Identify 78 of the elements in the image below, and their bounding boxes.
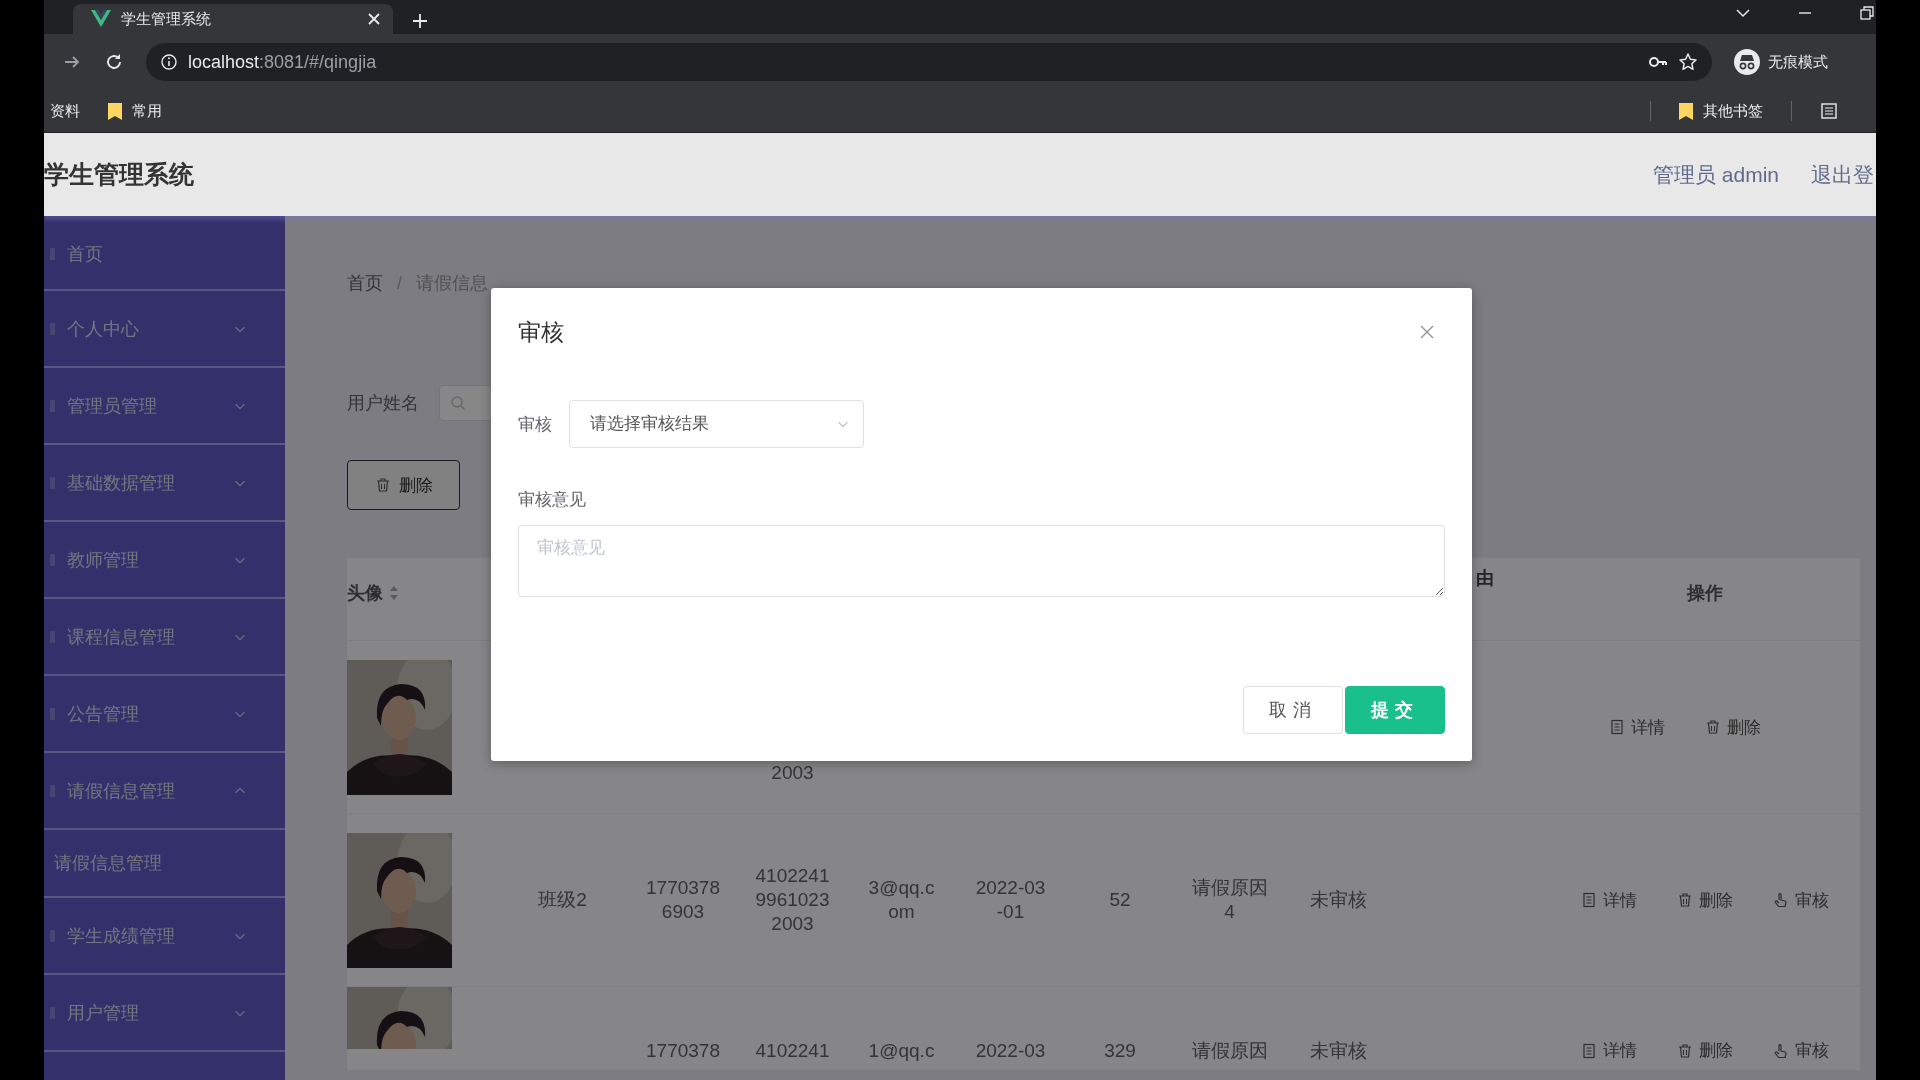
comment-field[interactable]: 审核意见 xyxy=(518,525,1445,597)
table-cell-text: 329 xyxy=(1104,1039,1136,1063)
trash-icon xyxy=(1705,719,1721,735)
hand-icon xyxy=(1773,892,1789,908)
search-icon xyxy=(450,395,466,411)
submit-button[interactable]: 提交 xyxy=(1345,686,1445,734)
address-bar[interactable]: localhost:8081/#/qingjia xyxy=(146,43,1712,81)
user-label: 管理员 admin xyxy=(1652,161,1779,188)
bookmark[interactable]: 常用 xyxy=(108,101,162,121)
table-cell-text: 1@qq.c xyxy=(867,1039,936,1063)
reload-button[interactable] xyxy=(104,52,124,72)
table-cell: 2022-03-01 xyxy=(974,876,1047,924)
table-cell: 未审核 xyxy=(1309,888,1367,912)
table-cell-text: 2003 xyxy=(770,761,815,785)
table-cell-text: 请假原因4 xyxy=(1190,876,1269,924)
close-icon xyxy=(367,12,381,26)
delete-button[interactable]: 删除 xyxy=(347,460,460,510)
field-label: 审核 xyxy=(518,413,552,436)
star-icon[interactable] xyxy=(1678,52,1698,72)
column-header: 头像 xyxy=(347,581,383,605)
table-cell-text: 未审核 xyxy=(1309,1039,1367,1063)
cancel-button[interactable]: 取消 xyxy=(1243,686,1343,734)
table-cell-text: 1770378 xyxy=(645,1039,721,1063)
reading-list-button[interactable] xyxy=(1820,102,1838,120)
tab-title: 学生管理系统 xyxy=(121,9,212,29)
trash-icon xyxy=(1677,1042,1693,1059)
restore-button[interactable] xyxy=(1858,4,1876,22)
details-button[interactable]: 详情 xyxy=(1609,715,1665,739)
close-icon xyxy=(1419,324,1435,340)
column-header: 操作 xyxy=(1687,581,1723,605)
app-title: 学生管理系统 xyxy=(44,159,195,190)
logo-icon xyxy=(91,10,111,28)
details-button[interactable]: 详情 xyxy=(1581,1039,1637,1062)
incognito-button[interactable]: 无痕模式 xyxy=(1734,49,1828,75)
info-icon xyxy=(160,53,178,71)
search-label: 用户姓名 xyxy=(347,392,419,415)
delete-button[interactable]: 删除 xyxy=(1705,715,1761,739)
trash-icon xyxy=(374,477,391,493)
hand-icon xyxy=(1773,1042,1789,1059)
document-icon xyxy=(1581,1042,1597,1059)
bookmark[interactable]: 资料 xyxy=(50,101,80,121)
restore-icon xyxy=(1858,4,1876,22)
close-tab-button[interactable] xyxy=(367,12,381,26)
table-cell: 52 xyxy=(1109,888,1131,912)
trash-icon xyxy=(1677,892,1693,908)
table-cell: 410224199610232003 xyxy=(754,864,831,936)
breadcrumb-separator: / xyxy=(397,272,402,294)
incognito-icon xyxy=(1734,49,1760,75)
folder-icon xyxy=(1679,102,1693,120)
browser-tab[interactable]: 学生管理系统 xyxy=(73,4,393,34)
table-cell: 3@qq.com xyxy=(867,876,936,924)
table-cell-text: 4102241 xyxy=(754,1039,831,1063)
minimize-icon xyxy=(1799,12,1811,14)
logout-link[interactable]: 退出登 xyxy=(1811,160,1874,189)
select-field[interactable]: 请选择审核结果 xyxy=(569,400,864,448)
delete-button[interactable]: 删除 xyxy=(1677,1039,1733,1062)
table-cell: 班级2 xyxy=(538,888,587,912)
details-button[interactable]: 详情 xyxy=(1581,888,1637,912)
delete-button[interactable]: 删除 xyxy=(1677,888,1733,912)
new-tab-button[interactable] xyxy=(411,12,429,30)
breadcrumb-item[interactable]: 首页 xyxy=(347,271,383,295)
close-button[interactable] xyxy=(1419,324,1435,340)
table-cell: 17703786903 xyxy=(645,876,721,924)
plus-icon xyxy=(411,12,429,30)
reload-icon xyxy=(104,52,124,72)
dialog-title: 审核 xyxy=(518,317,564,347)
audit-button[interactable]: 审核 xyxy=(1773,888,1829,912)
folder-icon xyxy=(108,102,122,120)
document-icon xyxy=(1581,892,1597,908)
other-bookmarks[interactable]: 其他书签 xyxy=(1679,101,1763,121)
url-text: localhost:8081/#/qingjia xyxy=(188,51,378,73)
reading-list-icon xyxy=(1820,102,1838,120)
table-cell-text: 2022-03 xyxy=(974,1039,1047,1063)
field-label: 审核意见 xyxy=(518,489,587,511)
document-icon xyxy=(1609,719,1625,735)
column-header: 由 xyxy=(1476,567,1494,590)
audit-button[interactable]: 审核 xyxy=(1773,1039,1829,1062)
table-cell-text: 请假原因 xyxy=(1190,1039,1269,1063)
